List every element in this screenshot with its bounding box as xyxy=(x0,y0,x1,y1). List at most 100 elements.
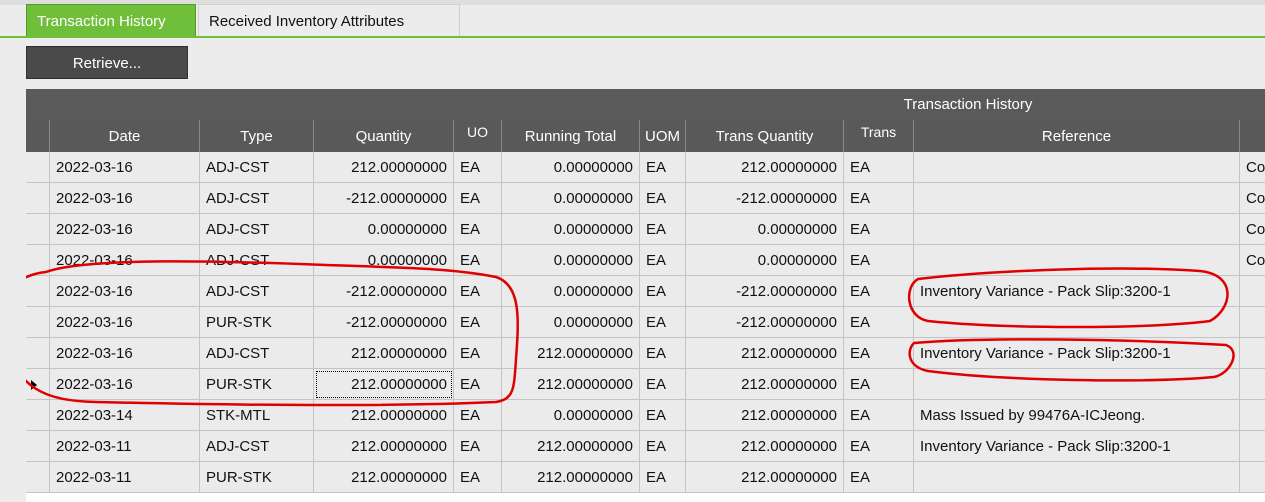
cell-quantity[interactable]: -212.00000000 xyxy=(314,307,454,338)
cell-date[interactable]: 2022-03-16 xyxy=(50,276,200,307)
cell-trans-quantity[interactable]: 212.00000000 xyxy=(686,338,844,369)
cell-uom[interactable]: EA xyxy=(640,307,686,338)
cell-quantity[interactable]: -212.00000000 xyxy=(314,276,454,307)
cell-reference[interactable] xyxy=(914,183,1240,214)
cell-reference[interactable] xyxy=(914,462,1240,493)
cell-trans[interactable]: EA xyxy=(844,276,914,307)
cell-uo[interactable]: EA xyxy=(454,338,502,369)
cell-extra[interactable]: Co xyxy=(1240,183,1265,214)
cell-uo[interactable]: EA xyxy=(454,369,502,400)
retrieve-button[interactable]: Retrieve... xyxy=(26,46,188,79)
cell-trans[interactable]: EA xyxy=(844,307,914,338)
cell-running-total[interactable]: 0.00000000 xyxy=(502,183,640,214)
table-row[interactable]: 2022-03-16 ADJ-CST 0.00000000 EA 0.00000000 E… xyxy=(26,245,1265,276)
cell-running-total[interactable]: 0.00000000 xyxy=(502,276,640,307)
cell-extra[interactable]: Co xyxy=(1240,245,1265,276)
cell-uo[interactable]: EA xyxy=(454,214,502,245)
table-row[interactable]: 2022-03-16 PUR-STK 212.00000000 EA 212.00000… xyxy=(26,369,1265,400)
cell-quantity[interactable]: 212.00000000 xyxy=(314,462,454,493)
cell-trans[interactable]: EA xyxy=(844,369,914,400)
header-trans[interactable]: Trans xyxy=(844,120,914,152)
cell-uom[interactable]: EA xyxy=(640,338,686,369)
cell-running-total[interactable]: 0.00000000 xyxy=(502,307,640,338)
row-indicator[interactable] xyxy=(26,369,50,400)
header-uom[interactable]: UOM xyxy=(640,120,686,152)
cell-type[interactable]: ADJ-CST xyxy=(200,276,314,307)
cell-trans[interactable]: EA xyxy=(844,245,914,276)
table-row[interactable]: 2022-03-16 ADJ-CST -212.00000000 EA 0.000000… xyxy=(26,276,1265,307)
table-row[interactable]: 2022-03-16 ADJ-CST 212.00000000 EA 212.00000… xyxy=(26,338,1265,369)
header-reference[interactable]: Reference xyxy=(914,120,1240,152)
cell-uom[interactable]: EA xyxy=(640,431,686,462)
cell-date[interactable]: 2022-03-16 xyxy=(50,245,200,276)
cell-running-total[interactable]: 212.00000000 xyxy=(502,338,640,369)
row-indicator[interactable] xyxy=(26,183,50,214)
header-uo[interactable]: UO xyxy=(454,120,502,152)
row-indicator[interactable] xyxy=(26,276,50,307)
cell-trans-quantity[interactable]: 212.00000000 xyxy=(686,462,844,493)
cell-type[interactable]: ADJ-CST xyxy=(200,183,314,214)
cell-extra[interactable]: Co xyxy=(1240,214,1265,245)
cell-trans-quantity[interactable]: 212.00000000 xyxy=(686,369,844,400)
cell-quantity[interactable]: 212.00000000 xyxy=(314,369,454,400)
row-indicator[interactable] xyxy=(26,338,50,369)
cell-trans[interactable]: EA xyxy=(844,152,914,183)
cell-extra[interactable] xyxy=(1240,338,1265,369)
cell-uom[interactable]: EA xyxy=(640,462,686,493)
tab-received-inventory-attributes[interactable]: Received Inventory Attributes xyxy=(198,4,460,38)
cell-trans-quantity[interactable]: 0.00000000 xyxy=(686,214,844,245)
table-row[interactable]: 2022-03-16 ADJ-CST -212.00000000 EA 0.000000… xyxy=(26,183,1265,214)
header-running-total[interactable]: Running Total xyxy=(502,120,640,152)
cell-date[interactable]: 2022-03-16 xyxy=(50,369,200,400)
cell-trans[interactable]: EA xyxy=(844,462,914,493)
cell-extra[interactable] xyxy=(1240,462,1265,493)
cell-reference[interactable]: Mass Issued by 99476A-ICJeong. xyxy=(914,400,1240,431)
cell-running-total[interactable]: 212.00000000 xyxy=(502,369,640,400)
cell-reference[interactable]: Inventory Variance - Pack Slip:3200-1 xyxy=(914,431,1240,462)
cell-trans[interactable]: EA xyxy=(844,400,914,431)
cell-type[interactable]: STK-MTL xyxy=(200,400,314,431)
cell-quantity[interactable]: 212.00000000 xyxy=(314,338,454,369)
cell-date[interactable]: 2022-03-11 xyxy=(50,431,200,462)
row-indicator[interactable] xyxy=(26,245,50,276)
cell-trans-quantity[interactable]: 0.00000000 xyxy=(686,245,844,276)
cell-type[interactable]: PUR-STK xyxy=(200,369,314,400)
table-row[interactable]: 2022-03-16 ADJ-CST 212.00000000 EA 0.0000000… xyxy=(26,152,1265,183)
cell-uo[interactable]: EA xyxy=(454,431,502,462)
table-row[interactable]: 2022-03-16 ADJ-CST 0.00000000 EA 0.00000000 E… xyxy=(26,214,1265,245)
cell-extra[interactable]: Co xyxy=(1240,152,1265,183)
cell-date[interactable]: 2022-03-16 xyxy=(50,183,200,214)
table-row[interactable]: 2022-03-16 PUR-STK -212.00000000 EA 0.000000… xyxy=(26,307,1265,338)
header-type[interactable]: Type xyxy=(200,120,314,152)
cell-uo[interactable]: EA xyxy=(454,183,502,214)
cell-trans[interactable]: EA xyxy=(844,338,914,369)
cell-quantity[interactable]: 212.00000000 xyxy=(314,400,454,431)
cell-type[interactable]: ADJ-CST xyxy=(200,431,314,462)
cell-running-total[interactable]: 0.00000000 xyxy=(502,214,640,245)
cell-running-total[interactable]: 0.00000000 xyxy=(502,400,640,431)
table-row[interactable]: 2022-03-11 ADJ-CST 212.00000000 EA 212.00000… xyxy=(26,431,1265,462)
cell-date[interactable]: 2022-03-16 xyxy=(50,214,200,245)
cell-type[interactable]: PUR-STK xyxy=(200,462,314,493)
table-row[interactable]: 2022-03-11 PUR-STK 212.00000000 EA 212.00000… xyxy=(26,462,1265,493)
cell-date[interactable]: 2022-03-16 xyxy=(50,152,200,183)
cell-trans-quantity[interactable]: 212.00000000 xyxy=(686,400,844,431)
cell-trans[interactable]: EA xyxy=(844,431,914,462)
cell-reference[interactable]: Inventory Variance - Pack Slip:3200-1 xyxy=(914,338,1240,369)
cell-extra[interactable] xyxy=(1240,431,1265,462)
cell-type[interactable]: ADJ-CST xyxy=(200,245,314,276)
row-indicator[interactable] xyxy=(26,400,50,431)
header-extra[interactable] xyxy=(1240,120,1265,152)
cell-extra[interactable] xyxy=(1240,400,1265,431)
cell-reference[interactable] xyxy=(914,214,1240,245)
row-indicator[interactable] xyxy=(26,462,50,493)
cell-reference[interactable] xyxy=(914,369,1240,400)
table-row[interactable]: 2022-03-14 STK-MTL 212.00000000 EA 0.0000000… xyxy=(26,400,1265,431)
cell-uom[interactable]: EA xyxy=(640,214,686,245)
cell-reference[interactable] xyxy=(914,245,1240,276)
cell-extra[interactable] xyxy=(1240,276,1265,307)
cell-uom[interactable]: EA xyxy=(640,369,686,400)
cell-trans-quantity[interactable]: 212.00000000 xyxy=(686,431,844,462)
cell-type[interactable]: ADJ-CST xyxy=(200,338,314,369)
cell-running-total[interactable]: 212.00000000 xyxy=(502,431,640,462)
